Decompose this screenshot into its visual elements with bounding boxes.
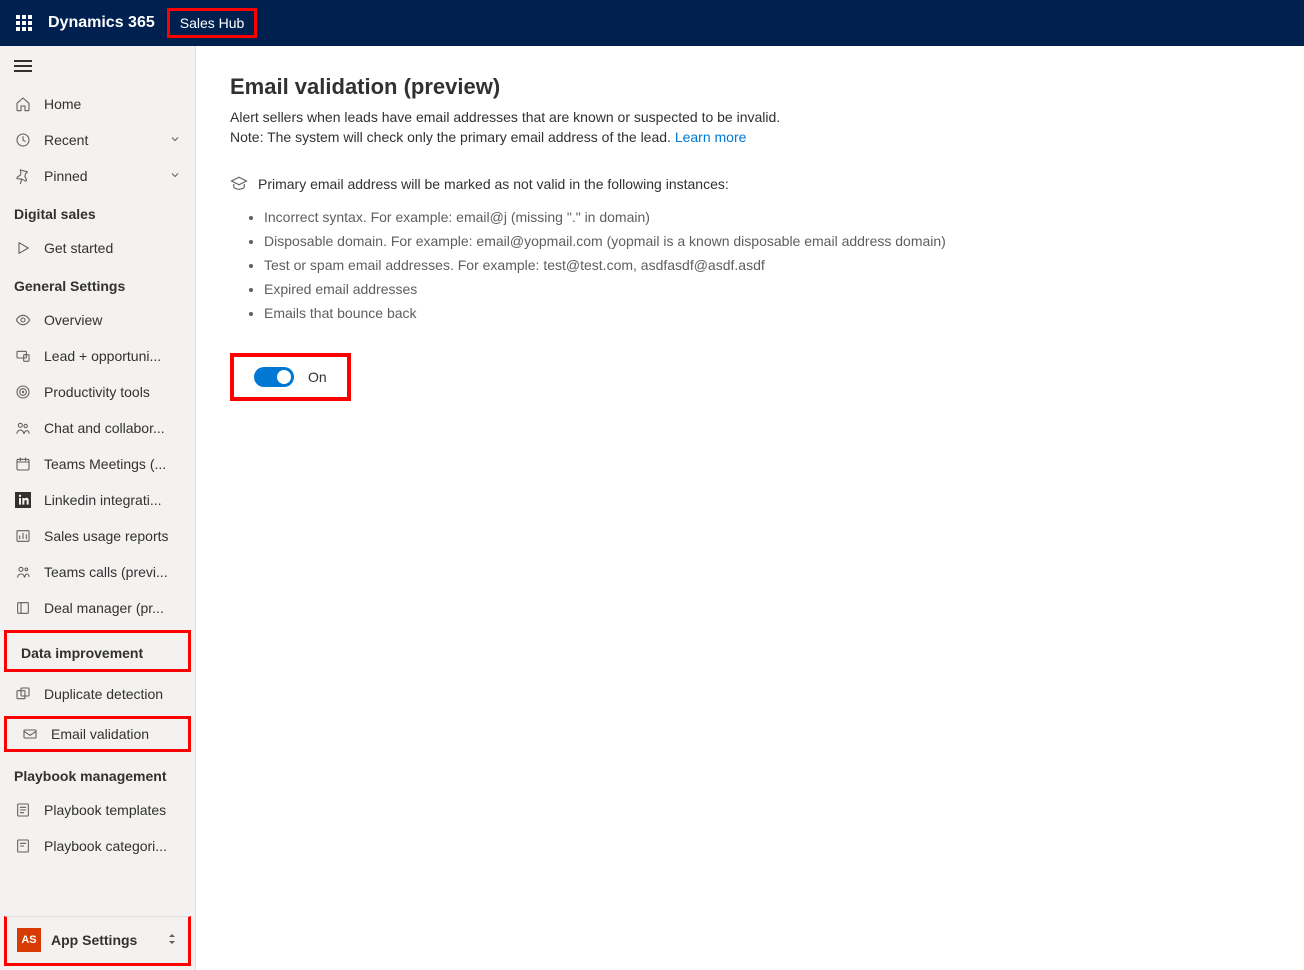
sidebar-toggle-button[interactable] — [0, 50, 195, 82]
toggle-label: On — [308, 369, 327, 385]
toggle-highlight: On — [230, 353, 351, 401]
section-digital-sales: Digital sales — [0, 194, 195, 230]
sidebar-item-label: Deal manager (pr... — [44, 600, 181, 616]
validation-case: Test or spam email addresses. For exampl… — [264, 257, 1270, 273]
home-icon — [14, 95, 32, 113]
learn-more-link[interactable]: Learn more — [675, 129, 747, 145]
validation-case: Incorrect syntax. For example: email@j (… — [264, 209, 1270, 225]
sidebar-item-linkedin-integrati[interactable]: Linkedin integrati... — [0, 482, 195, 518]
area-badge: AS — [17, 928, 41, 952]
eye-icon — [14, 311, 32, 329]
sidebar-item-label: Sales usage reports — [44, 528, 181, 544]
sidebar-item-email-validation[interactable]: Email validation — [4, 716, 191, 752]
sidebar-item-label: Get started — [44, 240, 181, 256]
desc2-text: Note: The system will check only the pri… — [230, 129, 675, 145]
section-playbook-management: Playbook management — [0, 756, 195, 792]
mail-icon — [21, 725, 39, 743]
chart-icon — [14, 527, 32, 545]
people-icon — [14, 419, 32, 437]
main-content: Email validation (preview) Alert sellers… — [196, 46, 1304, 970]
play-icon — [14, 239, 32, 257]
box-icon — [14, 599, 32, 617]
sidebar-item-deal-manager-pr[interactable]: Deal manager (pr... — [0, 590, 195, 626]
dup-icon — [14, 685, 32, 703]
sidebar-item-chat-and-collabor[interactable]: Chat and collabor... — [0, 410, 195, 446]
sidebar-item-lead-opportuni[interactable]: Lead + opportuni... — [0, 338, 195, 374]
brand-label: Dynamics 365 — [48, 14, 155, 32]
sidebar-item-overview[interactable]: Overview — [0, 302, 195, 338]
category-icon — [14, 837, 32, 855]
chevron-down-icon — [169, 168, 181, 184]
section-general-settings: General Settings — [0, 266, 195, 302]
page-description-line2: Note: The system will check only the pri… — [230, 128, 1270, 148]
teams-icon — [14, 563, 32, 581]
sidebar-item-productivity-tools[interactable]: Productivity tools — [0, 374, 195, 410]
sidebar-item-teams-calls-previ[interactable]: Teams calls (previ... — [0, 554, 195, 590]
sidebar-item-home[interactable]: Home — [0, 86, 195, 122]
sidebar-item-label: Productivity tools — [44, 384, 181, 400]
email-validation-toggle[interactable] — [254, 367, 294, 387]
chevron-down-icon — [169, 132, 181, 148]
sidebar-item-teams-meetings[interactable]: Teams Meetings (... — [0, 446, 195, 482]
sidebar-item-label: Playbook templates — [44, 802, 181, 818]
target-icon — [14, 383, 32, 401]
sidebar-item-label: Lead + opportuni... — [44, 348, 181, 364]
area-label: App Settings — [51, 932, 154, 948]
sidebar-item-label: Pinned — [44, 168, 157, 184]
app-name[interactable]: Sales Hub — [180, 15, 245, 31]
validation-case: Emails that bounce back — [264, 305, 1270, 321]
sidebar-item-recent[interactable]: Recent — [0, 122, 195, 158]
sidebar-item-label: Teams Meetings (... — [44, 456, 181, 472]
calendar-icon — [14, 455, 32, 473]
sidebar-item-label: Overview — [44, 312, 181, 328]
validation-case: Disposable domain. For example: email@yo… — [264, 233, 1270, 249]
info-text: Primary email address will be marked as … — [258, 176, 729, 192]
sidebar-item-sales-usage-reports[interactable]: Sales usage reports — [0, 518, 195, 554]
top-bar: Dynamics 365 Sales Hub — [0, 0, 1304, 46]
sidebar-item-playbook-categori[interactable]: Playbook categori... — [0, 828, 195, 864]
page-title: Email validation (preview) — [230, 74, 1270, 100]
device-icon — [14, 347, 32, 365]
app-name-highlight: Sales Hub — [167, 8, 258, 38]
sidebar-item-duplicate-detection[interactable]: Duplicate detection — [0, 676, 195, 712]
sidebar-item-label: Email validation — [51, 726, 174, 742]
sidebar-item-get-started[interactable]: Get started — [0, 230, 195, 266]
section-data-improvement: Data improvement — [4, 630, 191, 672]
sidebar-item-pinned[interactable]: Pinned — [0, 158, 195, 194]
clock-icon — [14, 131, 32, 149]
page-description-line1: Alert sellers when leads have email addr… — [230, 108, 1270, 128]
sidebar: Home Recent Pinned Digital sales Get start… — [0, 46, 196, 970]
linkedin-icon — [14, 491, 32, 509]
sidebar-item-label: Home — [44, 96, 181, 112]
sidebar-item-label: Recent — [44, 132, 157, 148]
validation-case: Expired email addresses — [264, 281, 1270, 297]
template-icon — [14, 801, 32, 819]
area-switcher[interactable]: AS App Settings — [4, 916, 191, 966]
validation-cases-list: Incorrect syntax. For example: email@j (… — [264, 209, 1270, 321]
graduation-icon — [230, 175, 248, 193]
sidebar-item-label: Playbook categori... — [44, 838, 181, 854]
pin-icon — [14, 167, 32, 185]
sidebar-item-label: Duplicate detection — [44, 686, 181, 702]
sidebar-item-playbook-templates[interactable]: Playbook templates — [0, 792, 195, 828]
sidebar-item-label: Teams calls (previ... — [44, 564, 181, 580]
info-row: Primary email address will be marked as … — [230, 175, 1270, 193]
sidebar-item-label: Linkedin integrati... — [44, 492, 181, 508]
updown-icon — [164, 931, 178, 950]
app-launcher-icon[interactable] — [8, 7, 40, 39]
sidebar-item-label: Chat and collabor... — [44, 420, 181, 436]
